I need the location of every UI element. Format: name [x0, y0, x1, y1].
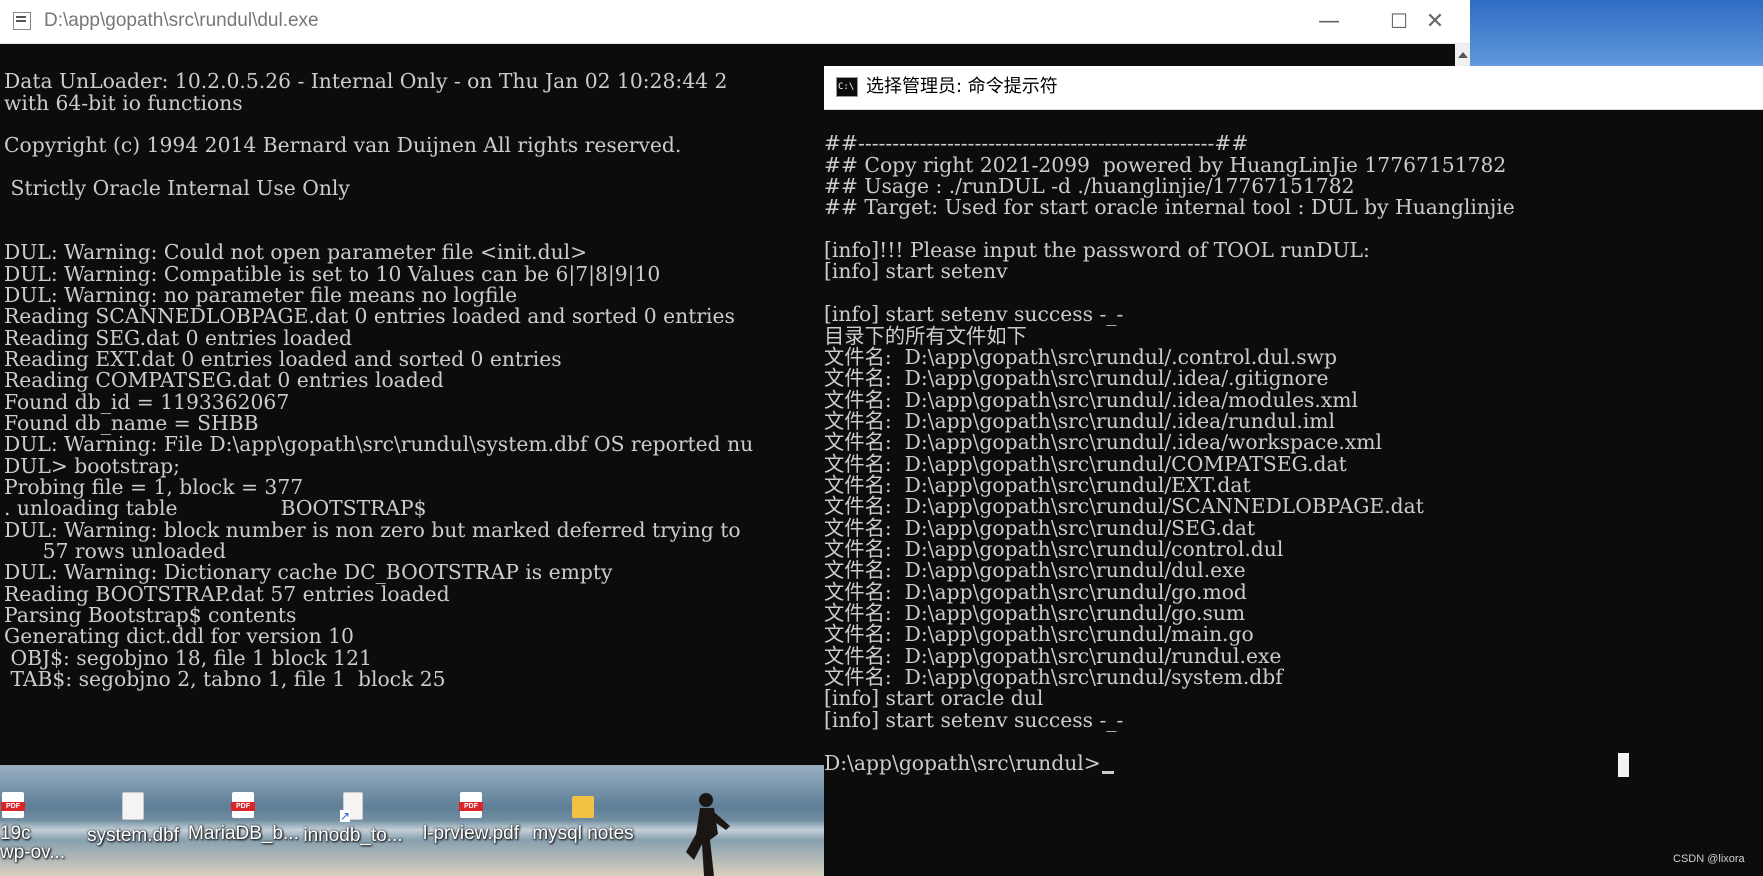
desktop-icon-innodb-to[interactable]: innodb_to... [298, 788, 408, 868]
desktop-icon-19c[interactable]: 19cwp-ov... [0, 788, 70, 868]
cmd-icon: C:\ [836, 77, 858, 97]
console-line: with 64-bit io functions [4, 90, 243, 115]
dul-window-titlebar[interactable]: D:\app\gopath\src\rundul\dul.exe — ☐ ✕ [0, 0, 1470, 44]
desktop-icon-system-dbf[interactable]: system.dbf [78, 788, 188, 868]
desktop-icon-label-line2: wp-ov... [0, 842, 66, 863]
file-icon [122, 792, 144, 820]
desktop-icon-mysql-notes[interactable]: mysql notes [528, 788, 638, 868]
command-prompt[interactable]: D:\app\gopath\src\rundul> [824, 751, 1114, 775]
watermark: CSDN @lixora [1673, 853, 1745, 865]
prompt-caret [1101, 770, 1114, 774]
cmd-window-title: 选择管理员: 命令提示符 [866, 76, 1058, 97]
console-line: [info] start setenv [824, 259, 1008, 284]
admin-cmd-window[interactable]: C:\ 选择管理员: 命令提示符 ##---------------------… [824, 66, 1763, 876]
minimize-button[interactable]: — [1294, 0, 1364, 43]
console-line: ## Target: Used for start oracle interna… [824, 195, 1515, 220]
cmd-console-output[interactable]: ##--------------------------------------… [824, 110, 1763, 876]
desktop-icon-mariadb-b[interactable]: MariaDB_b... [188, 788, 299, 868]
pdf-file-icon [459, 792, 483, 818]
pdf-file-icon [231, 792, 255, 818]
console-line: TAB$: segobjno 2, tabno 1, file 1 block … [4, 667, 446, 692]
console-line: [info] start setenv success -_- [824, 707, 1124, 732]
pdf-file-icon [1, 792, 25, 818]
desktop-icon-label: MariaDB_b... [188, 823, 299, 844]
text-cursor-block [1618, 753, 1629, 777]
cmd-window-titlebar[interactable]: C:\ 选择管理员: 命令提示符 [824, 66, 1763, 110]
console-app-icon [13, 12, 31, 30]
desktop-icon-label: innodb_to... [303, 825, 403, 846]
prompt-text: D:\app\gopath\src\rundul> [824, 750, 1101, 775]
desktop-icon-label: mysql notes [532, 823, 634, 844]
desktop-icon-l-prview-pdf[interactable]: l-prview.pdf [416, 788, 526, 868]
close-button[interactable]: ✕ [1400, 0, 1470, 43]
wallpaper-runner-figure [686, 793, 730, 876]
dul-window-title: D:\app\gopath\src\rundul\dul.exe [44, 10, 319, 31]
scroll-up-arrow[interactable] [1455, 44, 1470, 66]
console-line: Copyright (c) 1994 2014 Bernard van Duij… [4, 133, 682, 158]
folder-icon [572, 796, 594, 818]
console-line: Strictly Oracle Internal Use Only [4, 176, 350, 201]
desktop-icon-label: system.dbf [87, 825, 179, 846]
desktop-icon-label: l-prview.pdf [422, 823, 520, 844]
shortcut-file-icon [340, 792, 363, 822]
